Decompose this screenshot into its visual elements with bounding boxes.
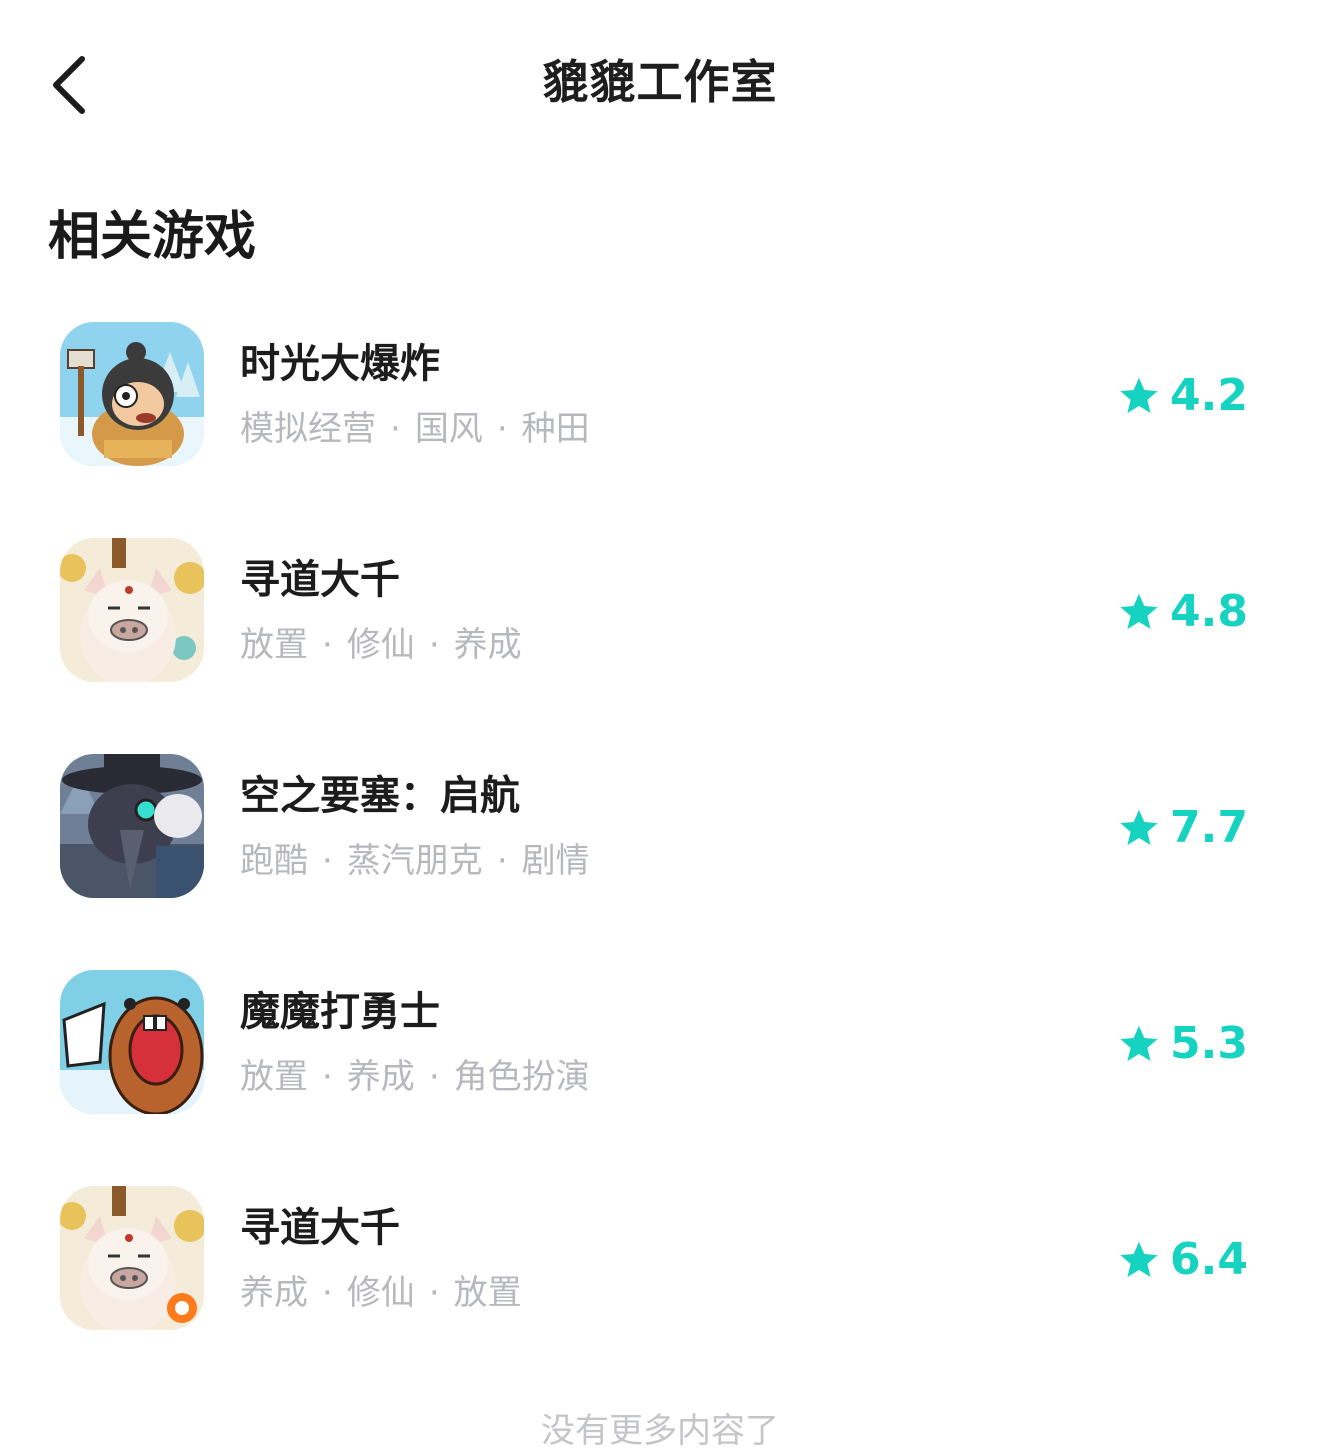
- game-item[interactable]: 魔魔打勇士 放置 · 养成 · 角色扮演 5.3: [0, 970, 1320, 1120]
- page-title: 貔貔工作室: [542, 55, 778, 109]
- game-tags: 放置 · 养成 · 角色扮演: [240, 1057, 590, 1097]
- rating: 6.4: [1118, 1232, 1248, 1288]
- star-icon: [1120, 1241, 1158, 1277]
- plague-doctor-icon[interactable]: [60, 754, 204, 898]
- star-icon: [1120, 593, 1158, 629]
- game-tag: 放置: [240, 1057, 308, 1097]
- game-tag: 养成: [240, 1273, 308, 1313]
- rating: 4.2: [1118, 368, 1248, 424]
- boar-immortal-icon[interactable]: [60, 1186, 204, 1330]
- game-tags: 放置 · 修仙 · 养成: [240, 625, 522, 665]
- game-name: 魔魔打勇士: [240, 989, 440, 1035]
- game-name: 空之要塞：启航: [240, 773, 520, 819]
- rating: 5.3: [1118, 1016, 1248, 1072]
- game-tag: 角色扮演: [453, 1057, 590, 1097]
- game-tag: 放置: [453, 1273, 522, 1313]
- rating-value: 5.3: [1170, 1018, 1248, 1069]
- game-tag: 国风: [414, 409, 483, 449]
- end-of-list-text: 没有更多内容了: [541, 1411, 779, 1451]
- game-tag: 修仙: [346, 1273, 415, 1313]
- game-item[interactable]: 寻道大千 放置 · 修仙 · 养成 4.8: [0, 538, 1320, 688]
- screaming-beaver-icon[interactable]: [60, 970, 204, 1114]
- rating-value: 4.8: [1170, 586, 1248, 637]
- rating: 7.7: [1118, 800, 1248, 856]
- game-item[interactable]: 寻道大千 养成 · 修仙 · 放置 6.4: [0, 1186, 1320, 1336]
- game-tag: 蒸汽朋克: [346, 841, 483, 881]
- game-name: 寻道大千: [240, 557, 400, 603]
- game-tag: 放置: [240, 625, 308, 665]
- star-icon: [1120, 809, 1158, 845]
- caveman-hammer-icon[interactable]: [60, 322, 204, 466]
- game-item[interactable]: 时光大爆炸 模拟经营 · 国风 · 种田 4.2: [0, 322, 1320, 472]
- star-icon: [1120, 377, 1158, 413]
- rating-value: 4.2: [1170, 370, 1248, 421]
- star-icon: [1120, 1025, 1158, 1061]
- section-title: 相关游戏: [48, 207, 257, 267]
- game-tags: 跑酷 · 蒸汽朋克 · 剧情: [240, 841, 590, 881]
- game-name: 时光大爆炸: [240, 341, 440, 387]
- rating-value: 7.7: [1170, 802, 1248, 853]
- game-item[interactable]: 空之要塞：启航 跑酷 · 蒸汽朋克 · 剧情 7.7: [0, 754, 1320, 904]
- game-tag: 养成: [453, 625, 522, 665]
- game-name: 寻道大千: [240, 1205, 400, 1251]
- game-tag: 剧情: [521, 841, 590, 881]
- game-tag: 养成: [346, 1057, 415, 1097]
- game-tags: 养成 · 修仙 · 放置: [240, 1273, 522, 1313]
- game-tag: 修仙: [346, 625, 415, 665]
- game-tag: 种田: [521, 409, 590, 449]
- rating-value: 6.4: [1170, 1234, 1248, 1285]
- game-tag: 跑酷: [240, 841, 308, 881]
- rating: 4.8: [1118, 584, 1248, 640]
- header: 貔貔工作室: [0, 0, 1320, 170]
- boar-immortal-icon[interactable]: [60, 538, 204, 682]
- game-tag: 模拟经营: [240, 409, 376, 449]
- game-tags: 模拟经营 · 国风 · 种田: [240, 409, 590, 449]
